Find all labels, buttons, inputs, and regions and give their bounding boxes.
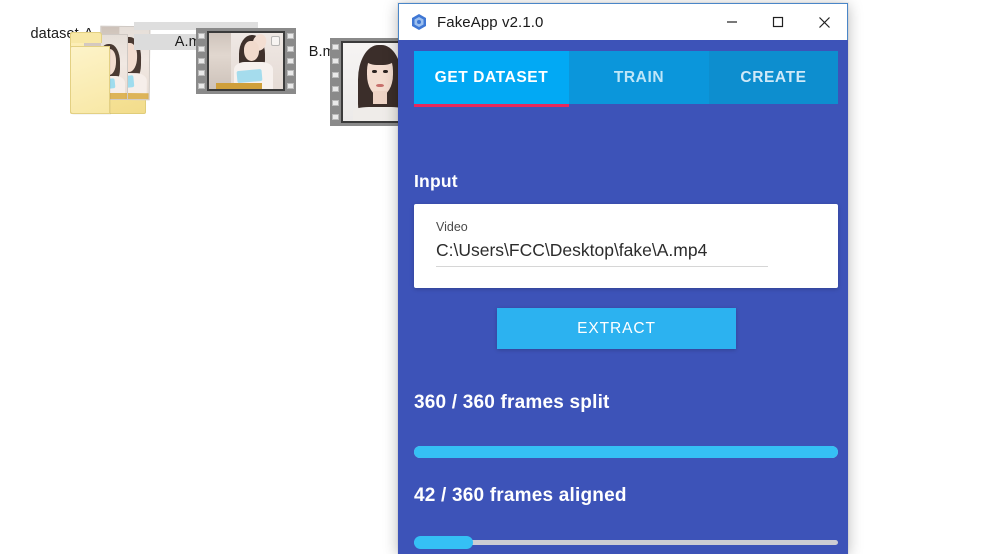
video-file-icon <box>134 22 296 94</box>
desktop-icon-dataset-a[interactable]: dataset-A <box>0 14 151 114</box>
desktop-icon-b-mp4[interactable]: B.mp4 <box>268 32 430 126</box>
frames-split-progress-fill <box>414 446 838 458</box>
input-section-heading: Input <box>414 171 458 191</box>
video-path-input[interactable]: C:\Users\FCC\Desktop\fake\A.mp4 <box>436 240 816 261</box>
close-button[interactable] <box>801 4 847 40</box>
desktop-icon-a-mp4[interactable]: A.mp4 <box>134 22 296 94</box>
fakeapp-window: FakeApp v2.1.0 GET DATASET TRAIN CREATE … <box>398 3 848 554</box>
tab-label: TRAIN <box>613 68 665 86</box>
minimize-button[interactable] <box>709 4 755 40</box>
video-field-label: Video <box>436 220 468 234</box>
frames-aligned-progressbar <box>414 540 838 545</box>
frames-split-status: 360 / 360 frames split <box>414 392 610 413</box>
extract-button[interactable]: EXTRACT <box>497 308 736 349</box>
window-titlebar[interactable]: FakeApp v2.1.0 <box>398 3 848 40</box>
folder-icon <box>0 14 151 114</box>
tab-create[interactable]: CREATE <box>709 51 838 104</box>
frames-split-progressbar <box>414 446 838 458</box>
tab-train[interactable]: TRAIN <box>569 51 709 104</box>
tab-bar: GET DATASET TRAIN CREATE <box>414 51 838 107</box>
tab-label: GET DATASET <box>434 68 549 86</box>
app-hexagon-icon <box>410 13 428 31</box>
frames-aligned-status: 42 / 360 frames aligned <box>414 485 627 506</box>
window-title: FakeApp v2.1.0 <box>437 13 544 31</box>
tab-label: CREATE <box>740 68 807 86</box>
video-file-icon <box>268 32 430 126</box>
tab-get-dataset[interactable]: GET DATASET <box>414 51 569 107</box>
maximize-button[interactable] <box>755 4 801 40</box>
field-underline <box>436 266 768 267</box>
window-controls <box>709 4 847 40</box>
video-input-card[interactable]: Video C:\Users\FCC\Desktop\fake\A.mp4 <box>414 204 838 288</box>
app-content-panel: GET DATASET TRAIN CREATE Input Video C:\… <box>398 40 848 554</box>
frames-aligned-progress-fill <box>414 536 473 549</box>
